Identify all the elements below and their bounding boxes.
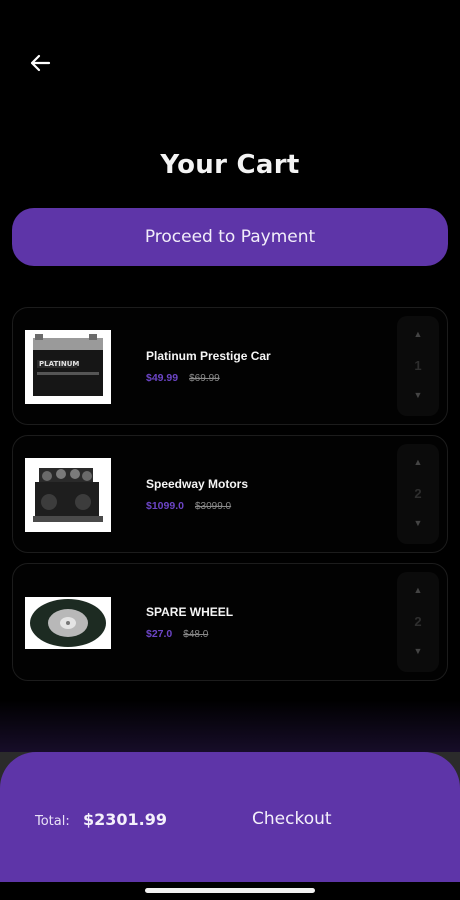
product-name: Speedway Motors bbox=[146, 477, 249, 491]
page-title: Your Cart bbox=[160, 150, 300, 180]
checkout-bar: Total: $2301.99 Checkout bbox=[0, 752, 460, 900]
decrease-quantity-button[interactable]: ▼ bbox=[414, 647, 423, 656]
quantity-value: 1 bbox=[414, 357, 422, 373]
increase-quantity-button[interactable]: ▲ bbox=[414, 458, 423, 467]
product-image-battery: PLATINUM bbox=[25, 330, 111, 404]
proceed-to-payment-button[interactable]: Proceed to Payment bbox=[12, 208, 448, 266]
quantity-value: 2 bbox=[414, 613, 422, 629]
total-label: Total: bbox=[35, 814, 70, 829]
product-price: $49.99 bbox=[146, 372, 179, 384]
cart-item[interactable]: Speedway Motors $1099.0 $3099.0 ▲ 2 ▼ bbox=[12, 435, 448, 553]
back-button[interactable] bbox=[22, 46, 58, 80]
total-value: $2301.99 bbox=[83, 810, 168, 829]
home-indicator[interactable] bbox=[145, 888, 315, 893]
decrease-quantity-button[interactable]: ▼ bbox=[414, 519, 423, 528]
price-row: $27.0 $48.0 bbox=[146, 628, 208, 640]
product-name: Platinum Prestige Car bbox=[146, 349, 271, 363]
increase-quantity-button[interactable]: ▲ bbox=[414, 586, 423, 595]
checkout-button[interactable]: Checkout bbox=[252, 809, 332, 829]
product-old-price: $69.99 bbox=[189, 373, 220, 384]
product-name: SPARE WHEEL bbox=[146, 605, 234, 619]
arrow-left-icon bbox=[30, 54, 51, 72]
product-old-price: $3099.0 bbox=[194, 501, 232, 512]
footer-glow bbox=[0, 700, 460, 760]
product-image-engine bbox=[25, 458, 111, 532]
cart-item[interactable]: SPARE WHEEL $27.0 $48.0 ▲ 2 ▼ bbox=[12, 563, 448, 681]
quantity-stepper: ▲ 2 ▼ bbox=[397, 444, 439, 544]
quantity-stepper: ▲ 2 ▼ bbox=[397, 572, 439, 672]
price-row: $1099.0 $3099.0 bbox=[146, 500, 231, 512]
product-price: $1099.0 bbox=[146, 500, 184, 512]
cart-screen: Your Cart Proceed to Payment PLATINUM Pl… bbox=[0, 0, 460, 900]
decrease-quantity-button[interactable]: ▼ bbox=[414, 391, 423, 400]
quantity-value: 2 bbox=[414, 485, 422, 501]
cart-item[interactable]: PLATINUM Platinum Prestige Car $49.99 $6… bbox=[12, 307, 448, 425]
price-row: $49.99 $69.99 bbox=[146, 372, 220, 384]
product-price: $27.0 bbox=[146, 628, 173, 640]
product-old-price: $48.0 bbox=[183, 629, 209, 640]
cart-list: PLATINUM Platinum Prestige Car $49.99 $6… bbox=[12, 307, 448, 691]
svg-text:PLATINUM: PLATINUM bbox=[39, 360, 79, 368]
quantity-stepper: ▲ 1 ▼ bbox=[397, 316, 439, 416]
increase-quantity-button[interactable]: ▲ bbox=[414, 330, 423, 339]
product-image-tyre bbox=[25, 597, 111, 649]
